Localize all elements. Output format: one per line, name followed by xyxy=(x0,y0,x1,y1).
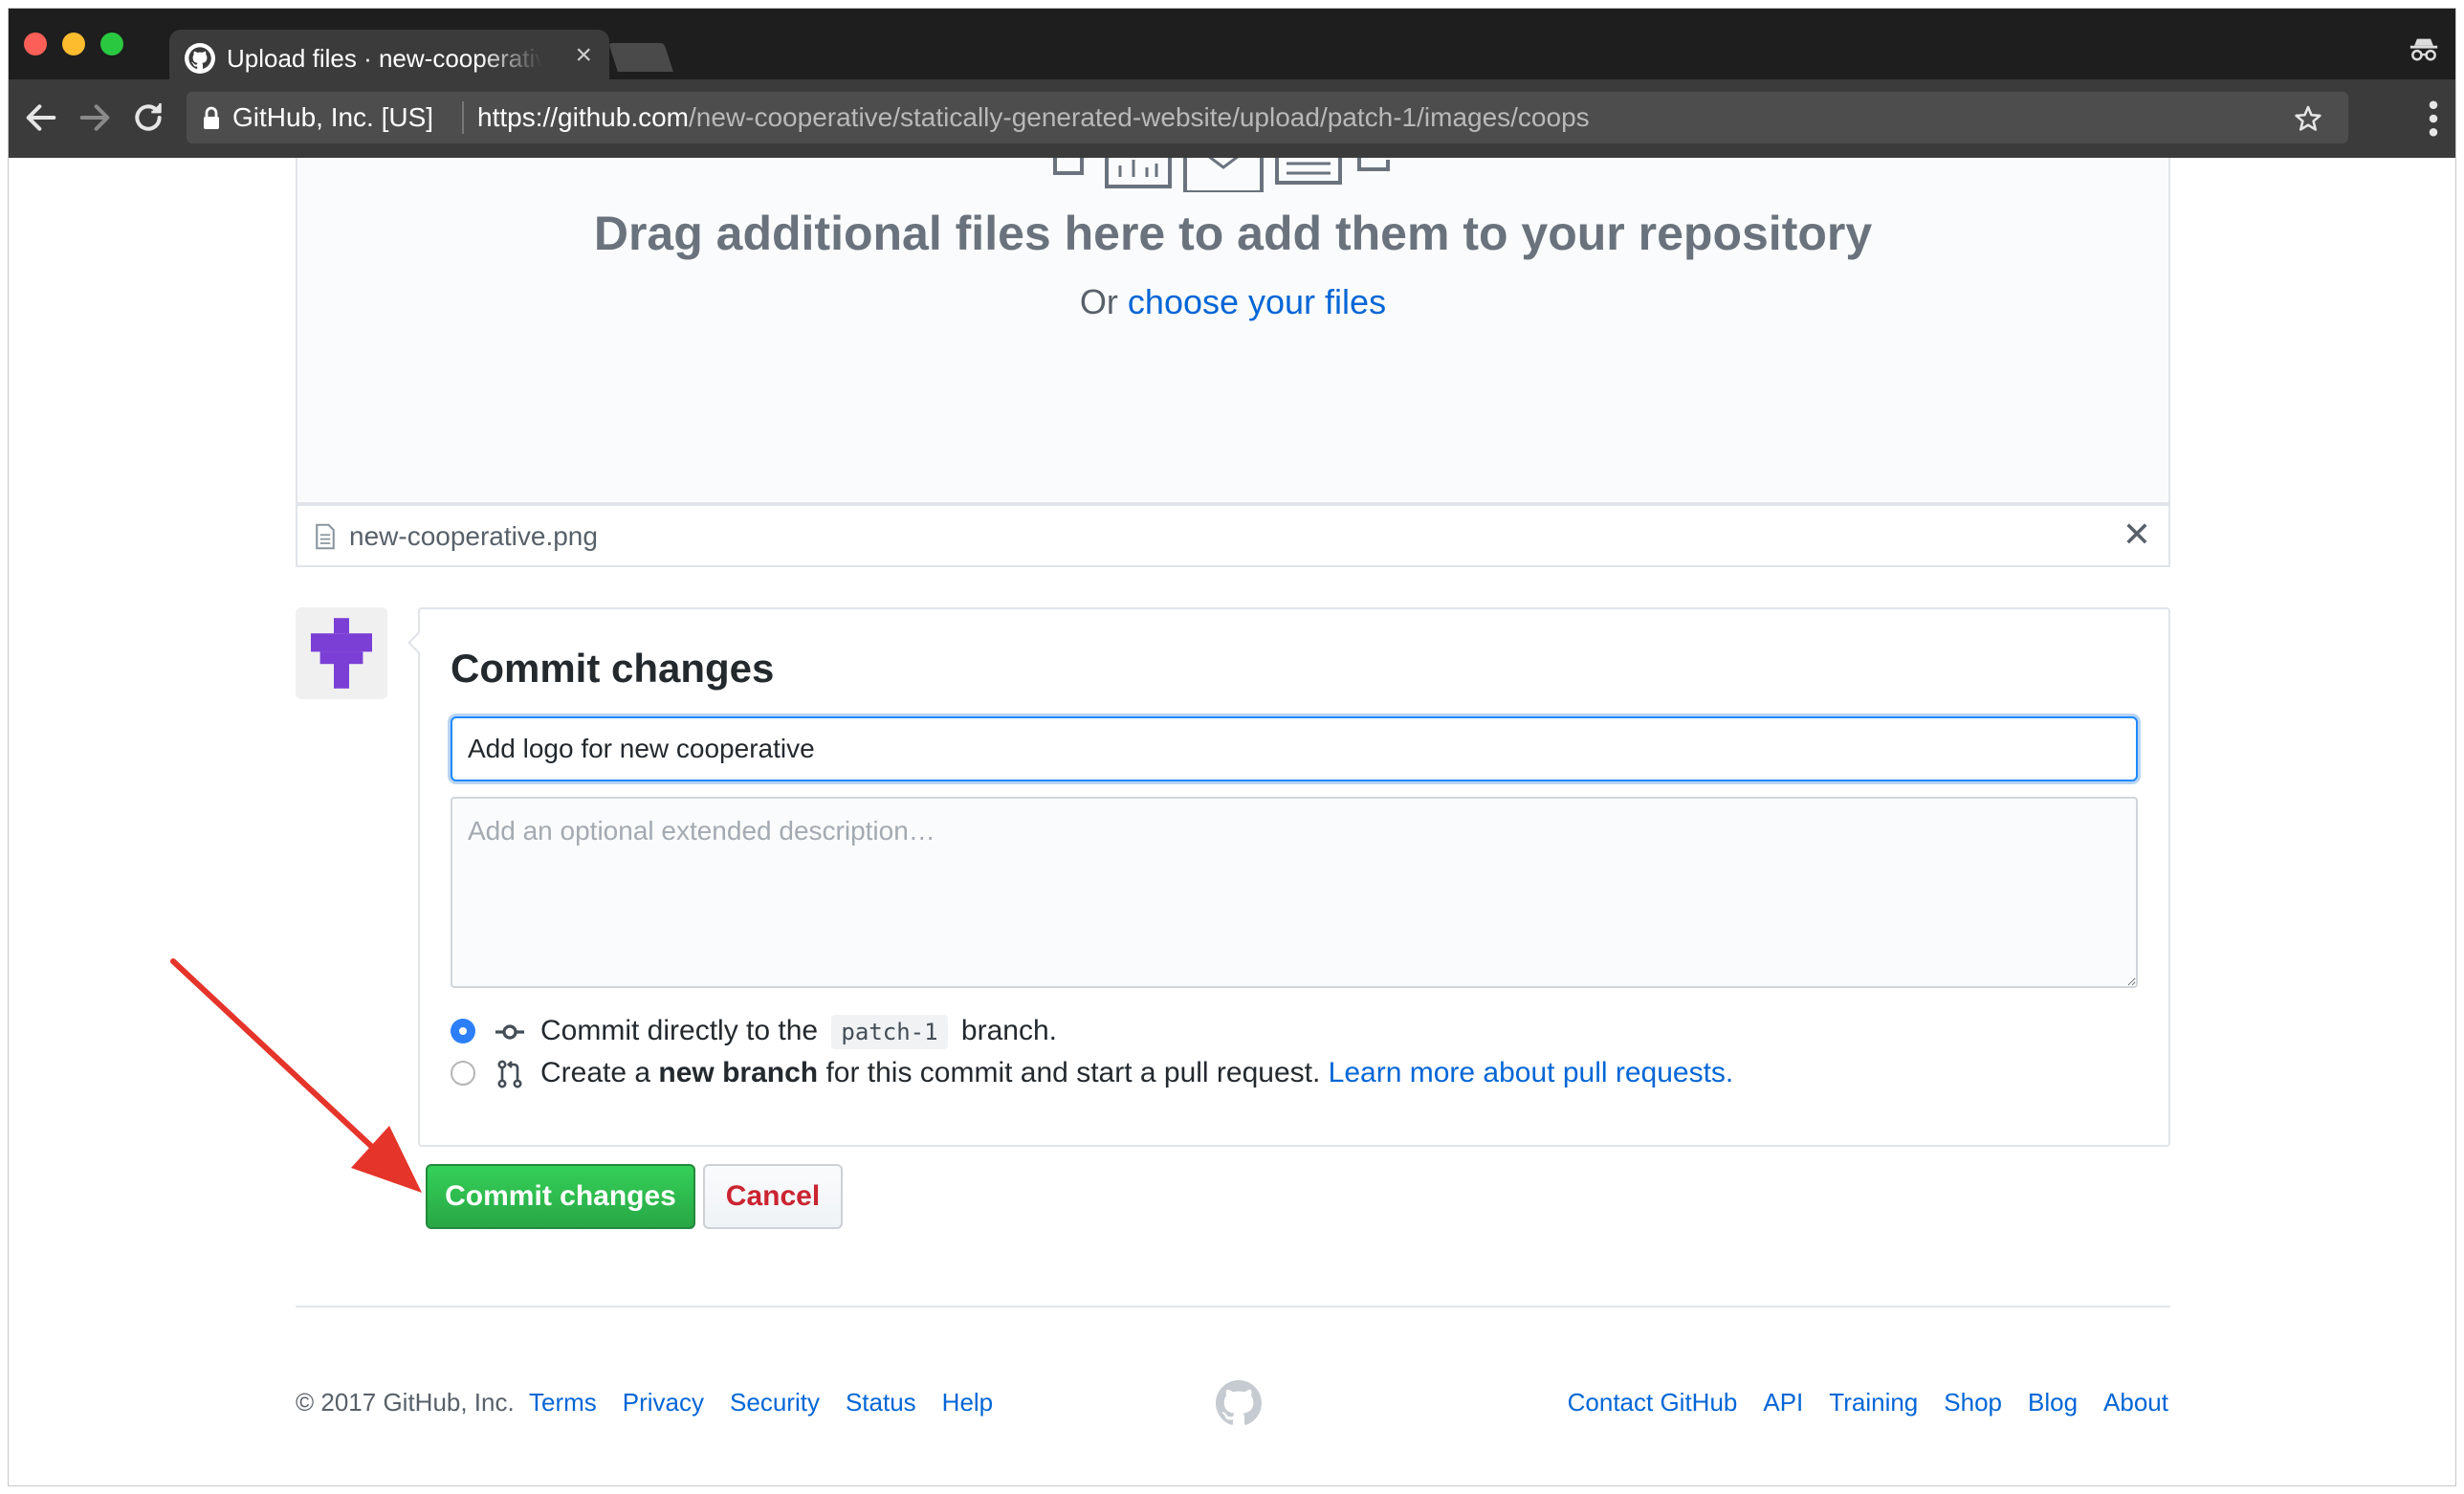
menu-icon[interactable] xyxy=(2429,100,2438,137)
browser-toolbar: GitHub, Inc. [US] https://github.com/new… xyxy=(9,79,2455,158)
identicon xyxy=(311,618,372,689)
footer-link-api[interactable]: API xyxy=(1763,1388,1803,1417)
new-branch-text-before: Create a xyxy=(540,1057,659,1088)
github-icon[interactable] xyxy=(1216,1380,1262,1426)
cancel-button[interactable]: Cancel xyxy=(703,1164,843,1229)
footer-links-left: Terms Privacy Security Status Help xyxy=(529,1388,993,1417)
footer-link-privacy[interactable]: Privacy xyxy=(623,1388,704,1417)
commit-heading: Commit changes xyxy=(451,646,775,691)
footer-link-terms[interactable]: Terms xyxy=(529,1388,597,1417)
direct-text-before: Commit directly to the xyxy=(540,1015,826,1046)
commit-changes-button[interactable]: Commit changes xyxy=(426,1164,695,1229)
new-branch-text-after: for this commit and start a pull request… xyxy=(818,1057,1329,1088)
page-content: Drag additional files here to add them t… xyxy=(9,158,2455,1485)
branch-name: patch-1 xyxy=(831,1015,948,1049)
pull-request-icon xyxy=(497,1060,522,1088)
tab-close-icon[interactable]: × xyxy=(575,39,592,72)
forward-icon[interactable] xyxy=(76,99,114,137)
new-branch-radio[interactable] xyxy=(451,1061,475,1086)
footer-copyright: © 2017 GitHub, Inc. xyxy=(296,1388,515,1417)
dropzone-title: Drag additional files here to add them t… xyxy=(593,207,1873,260)
url-path: /new-cooperative/statically-generated-we… xyxy=(689,102,1590,132)
footer-links-right: Contact GitHub API Training Shop Blog Ab… xyxy=(1568,1388,2168,1417)
choose-files-link[interactable]: choose your files xyxy=(1128,282,1386,321)
tab-strip: Upload files · new-cooperative/staticall… xyxy=(9,9,2455,85)
commit-direct-option[interactable]: Commit directly to the patch-1 branch. xyxy=(451,1011,2153,1053)
new-tab-button[interactable] xyxy=(608,43,673,72)
footer-link-shop[interactable]: Shop xyxy=(1944,1388,2002,1417)
browser-window: Upload files · new-cooperative/staticall… xyxy=(8,8,2456,1486)
remove-file-icon[interactable]: ✕ xyxy=(2123,517,2151,552)
annotation-arrow-icon xyxy=(170,958,422,1193)
footer-link-about[interactable]: About xyxy=(2103,1388,2168,1417)
footer-divider xyxy=(296,1306,2170,1307)
or-label: Or xyxy=(1079,282,1128,321)
uploaded-file-row: new-cooperative.png ✕ xyxy=(296,504,2170,567)
avatar[interactable] xyxy=(296,607,387,699)
maximize-window-icon[interactable] xyxy=(100,33,123,55)
uploaded-file-name: new-cooperative.png xyxy=(349,521,598,551)
file-icon xyxy=(316,523,335,550)
tab-title: Upload files · new-cooperative/staticall… xyxy=(227,44,542,73)
new-branch-emphasis: new branch xyxy=(658,1057,819,1088)
security-org: GitHub, Inc. [US] xyxy=(232,102,434,132)
new-branch-option[interactable]: Create a new branch for this commit and … xyxy=(451,1053,2153,1095)
direct-text-after: branch. xyxy=(953,1015,1057,1046)
commit-summary-input[interactable] xyxy=(451,716,2138,781)
address-divider xyxy=(462,101,464,134)
footer-link-training[interactable]: Training xyxy=(1829,1388,1918,1417)
form-caret-fill xyxy=(410,632,421,653)
commit-form: Commit changes Commit directly to the pa… xyxy=(407,607,2170,1147)
minimize-window-icon[interactable] xyxy=(62,33,85,55)
url-origin: https://github.com xyxy=(477,102,690,132)
commit-direct-label: Commit directly to the patch-1 branch. xyxy=(540,1015,1057,1049)
dropzone-or: Or choose your files xyxy=(297,282,2168,322)
commit-direct-radio[interactable] xyxy=(451,1019,475,1044)
file-dropzone[interactable]: Drag additional files here to add them t… xyxy=(296,158,2170,504)
address-bar[interactable]: GitHub, Inc. [US] https://github.com/new… xyxy=(187,92,2348,143)
footer-link-security[interactable]: Security xyxy=(730,1388,820,1417)
url-text[interactable]: https://github.com/new-cooperative/stati… xyxy=(477,102,1590,133)
close-window-icon[interactable] xyxy=(24,33,47,55)
lock-icon xyxy=(204,106,219,129)
footer-link-status[interactable]: Status xyxy=(846,1388,916,1417)
reload-icon[interactable] xyxy=(129,99,167,137)
learn-more-pull-requests-link[interactable]: Learn more about pull requests. xyxy=(1329,1057,1734,1088)
footer-link-blog[interactable]: Blog xyxy=(2028,1388,2078,1417)
browser-tab[interactable]: Upload files · new-cooperative/staticall… xyxy=(169,30,609,85)
file-types-icon xyxy=(1053,158,1390,192)
footer-link-help[interactable]: Help xyxy=(942,1388,993,1417)
commit-icon xyxy=(495,1024,524,1040)
star-icon[interactable] xyxy=(2293,103,2323,134)
github-icon xyxy=(185,43,215,74)
commit-description-input[interactable] xyxy=(451,797,2138,988)
new-branch-label: Create a new branch for this commit and … xyxy=(540,1057,1733,1089)
back-icon[interactable] xyxy=(22,99,60,137)
footer-link-contact[interactable]: Contact GitHub xyxy=(1568,1388,1738,1417)
incognito-icon xyxy=(2409,38,2438,61)
